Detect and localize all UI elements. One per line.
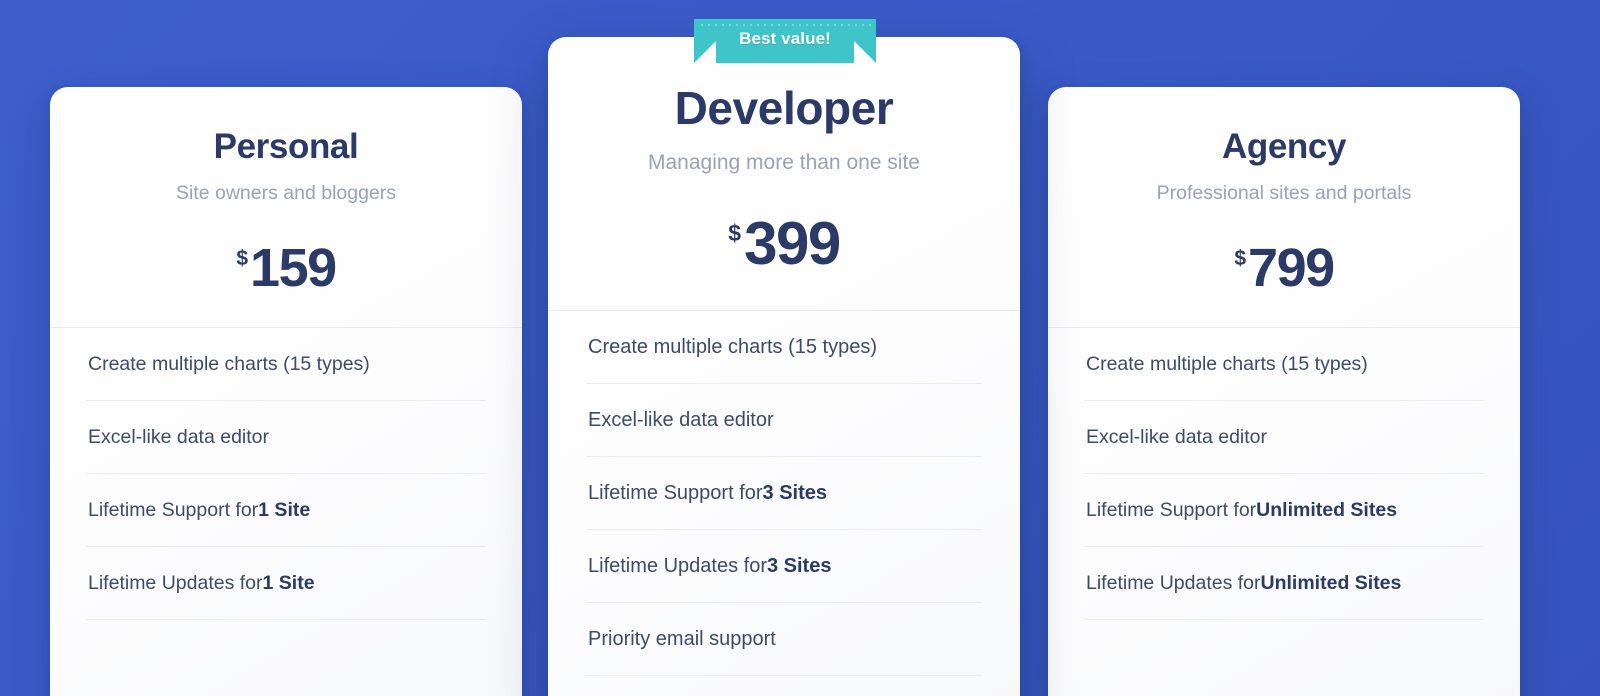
price-amount: 799: [1248, 238, 1335, 299]
pricing-card-personal[interactable]: Personal Site owners and bloggers $ 159 …: [50, 87, 522, 696]
ribbon-shape-icon: [694, 19, 876, 63]
feature-text: Lifetime Updates for: [1086, 571, 1261, 594]
feature-item: Excel-like data editor: [1084, 401, 1484, 475]
feature-text: Excel-like data editor: [88, 425, 270, 448]
feature-emphasis: Unlimited Sites: [1256, 498, 1398, 521]
feature-emphasis: 3 Sites: [762, 481, 828, 504]
plan-tagline-developer: Managing more than one site: [647, 151, 920, 174]
plan-price-agency: $ 799: [1078, 241, 1490, 295]
currency-symbol: $: [728, 220, 742, 247]
currency-symbol: $: [236, 247, 249, 271]
currency-symbol: $: [1234, 247, 1247, 271]
feature-item: Excel-like data editor: [86, 401, 486, 475]
feature-emphasis: Unlimited Sites: [1260, 571, 1402, 594]
feature-list-developer: Create multiple charts (15 types) Excel-…: [548, 311, 1020, 677]
feature-emphasis: 1 Site: [262, 571, 315, 594]
feature-text: Lifetime Support for: [588, 481, 763, 504]
feature-text: Lifetime Support for: [88, 498, 259, 521]
feature-emphasis: 1 Site: [258, 498, 311, 521]
feature-item: Create multiple charts (15 types): [86, 328, 486, 402]
feature-text: Create multiple charts (15 types): [588, 335, 878, 358]
plan-title-developer: Developer: [674, 82, 894, 134]
plan-price-personal: $ 159: [80, 241, 492, 295]
feature-item: Lifetime Support for Unlimited Sites: [1084, 474, 1484, 548]
plan-price-developer: $ 399: [578, 214, 990, 274]
pricing-page: Personal Site owners and bloggers $ 159 …: [0, 0, 1600, 696]
feature-text: Create multiple charts (15 types): [88, 352, 370, 375]
feature-list-agency: Create multiple charts (15 types) Excel-…: [1048, 328, 1520, 621]
feature-item: Priority email support: [586, 603, 982, 677]
feature-text: Excel-like data editor: [1086, 425, 1268, 448]
plan-tagline-agency: Professional sites and portals: [1156, 182, 1412, 204]
feature-item: Lifetime Updates for 3 Sites: [586, 530, 982, 604]
card-header-developer: Developer Managing more than one site $ …: [548, 37, 1020, 312]
price-amount: 159: [250, 238, 337, 299]
pricing-card-agency[interactable]: Agency Professional sites and portals $ …: [1048, 87, 1520, 696]
feature-item: Create multiple charts (15 types): [586, 311, 982, 385]
feature-text: Priority email support: [588, 627, 776, 650]
feature-text: Lifetime Support for: [1086, 498, 1257, 521]
plan-title-agency: Agency: [1221, 127, 1347, 166]
feature-item: Lifetime Support for 1 Site: [86, 474, 486, 548]
feature-item: Lifetime Updates for Unlimited Sites: [1084, 547, 1484, 621]
plan-tagline-personal: Site owners and bloggers: [175, 182, 397, 204]
card-header-agency: Agency Professional sites and portals $ …: [1048, 87, 1520, 329]
feature-emphasis: 3 Sites: [766, 554, 832, 577]
feature-text: Excel-like data editor: [588, 408, 774, 431]
pricing-card-developer[interactable]: Developer Managing more than one site $ …: [548, 37, 1020, 696]
card-header-personal: Personal Site owners and bloggers $ 159: [50, 87, 522, 329]
feature-text: Lifetime Updates for: [588, 554, 767, 577]
plan-title-personal: Personal: [213, 127, 359, 166]
feature-item: Lifetime Updates for 1 Site: [86, 547, 486, 621]
feature-text: Create multiple charts (15 types): [1086, 352, 1368, 375]
price-amount: 399: [744, 210, 841, 278]
feature-item: Excel-like data editor: [586, 384, 982, 458]
feature-list-personal: Create multiple charts (15 types) Excel-…: [50, 328, 522, 621]
feature-text: Lifetime Updates for: [88, 571, 263, 594]
best-value-ribbon: Best value!: [694, 19, 876, 63]
feature-item: Lifetime Support for 3 Sites: [586, 457, 982, 531]
feature-item: Create multiple charts (15 types): [1084, 328, 1484, 402]
